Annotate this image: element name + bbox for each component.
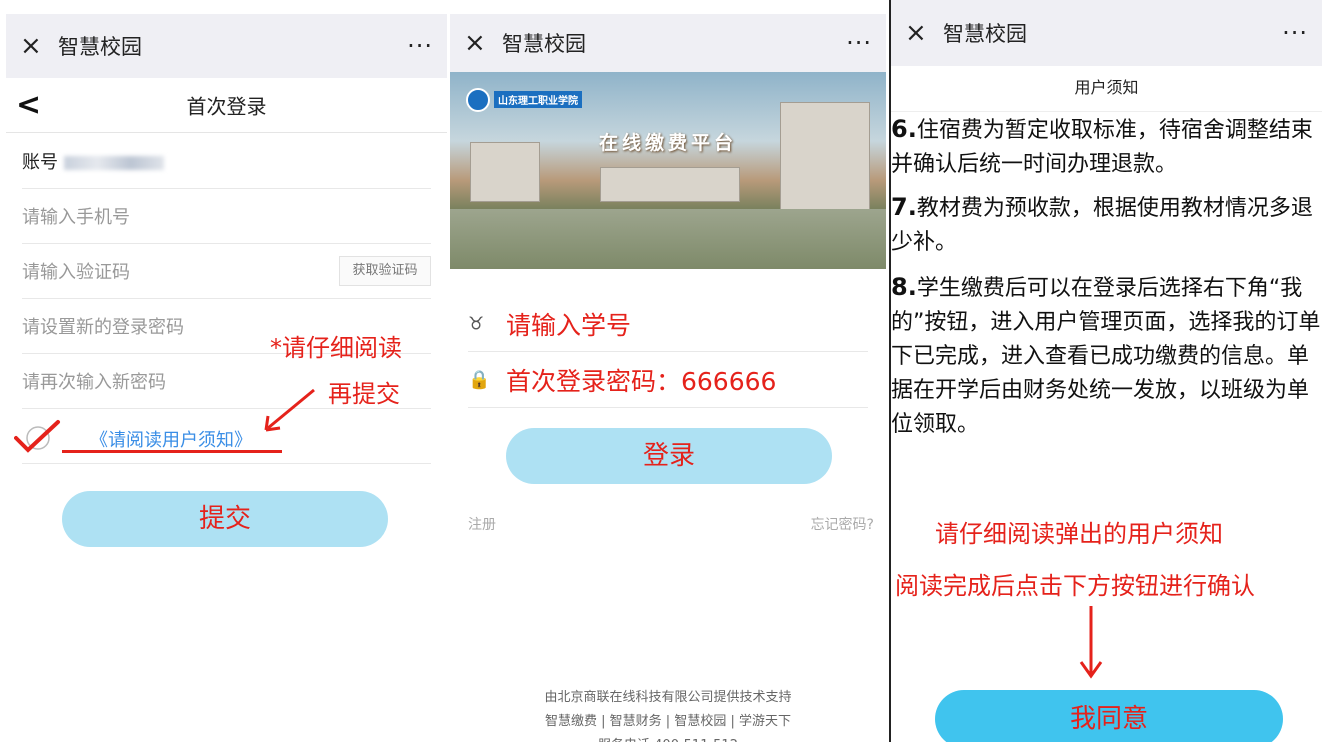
notice-item: 8.学生缴费后可以在登录后选择右下角“我的”按钮，进入用户管理页面，选择我的订单… [891, 273, 1321, 437]
app-title: 智慧校园 [943, 22, 1027, 46]
footer-support: 由北京商联在线科技有限公司提供技术支持 [544, 690, 792, 705]
arrow-down-icon [1079, 606, 1103, 679]
page-header: < 首次登录 [6, 78, 447, 133]
page-title: 用户须知 [891, 66, 1322, 112]
code-input[interactable]: 请输入验证码 获取验证码 [22, 244, 431, 299]
wechat-title-bar: × 智慧校园 ··· [891, 0, 1322, 66]
student-id-hint: 请输入学号 [506, 310, 632, 340]
login-button[interactable]: 登录 [506, 428, 832, 484]
student-id-input[interactable]: ♉ 请输入学号 [468, 296, 868, 352]
user-notice-panel: × 智慧校园 ··· 用户须知 6.住宿费为暂定收取标准，待宿舍调整结束并确认后… [889, 0, 1322, 742]
notice-item: 6.住宿费为暂定收取标准，待宿舍调整结束并确认后统一时间办理退款。 [891, 115, 1313, 177]
close-icon[interactable]: × [905, 18, 927, 48]
first-login-panel: × 智慧校园 ··· < 首次登录 账号 请输入手机号 请输入验证码 获取验证码… [0, 0, 447, 742]
annotation-then-submit: 再提交 [328, 380, 400, 408]
underline-annotation [62, 450, 282, 453]
get-code-button[interactable]: 获取验证码 [339, 256, 431, 286]
more-icon[interactable]: ··· [846, 29, 872, 57]
phone-placeholder: 请输入手机号 [22, 207, 130, 228]
campus-plaza [450, 209, 886, 269]
password-input[interactable]: 🔒 首次登录密码：666666 [468, 352, 868, 408]
app-title: 智慧校园 [58, 35, 142, 59]
new-password-placeholder: 请设置新的登录密码 [22, 317, 184, 338]
app-title: 智慧校园 [502, 32, 586, 56]
forgot-password-link[interactable]: 忘记密码? [811, 514, 874, 534]
more-icon[interactable]: ··· [1282, 19, 1308, 47]
school-emblem-icon [466, 88, 490, 112]
more-icon[interactable]: ··· [407, 32, 433, 60]
register-link[interactable]: 注册 [468, 514, 496, 534]
page-title: 首次登录 [186, 94, 267, 119]
payment-login-panel: × 智慧校园 ··· 山东理工职业学院 在线缴费平台 ♉ 请输入学号 🔒 首次登… [450, 0, 886, 742]
user-icon: ♉ [468, 313, 485, 334]
account-row: 账号 [22, 134, 431, 189]
close-icon[interactable]: × [464, 28, 486, 58]
notice-item: 7.教材费为预收款，根据使用教材情况多退少补。 [891, 193, 1313, 255]
submit-button[interactable]: 提交 [62, 491, 388, 547]
annotation-read-carefully: *请仔细阅读 [270, 334, 402, 362]
annotation-read-notice: 请仔细阅读弹出的用户须知 [935, 520, 1223, 548]
checkbox-icon[interactable] [14, 418, 62, 454]
footer-links: 智慧缴费 | 智慧财务 | 智慧校园 | 学游天下 [545, 714, 791, 729]
agreement: 《请阅读用户须知》 [14, 412, 284, 462]
phone-input[interactable]: 请输入手机号 [22, 189, 431, 244]
banner-title: 在线缴费平台 [598, 132, 737, 154]
account-value-blurred [64, 156, 164, 170]
wechat-title-bar: × 智慧校园 ··· [6, 14, 447, 78]
school-name: 山东理工职业学院 [494, 91, 582, 108]
annotation-confirm-below: 阅读完成后点击下方按钮进行确认 [895, 572, 1255, 600]
lock-icon: 🔒 [468, 369, 491, 390]
footer-phone: 服务电话 400-511-512 [450, 734, 886, 742]
account-label: 账号 [22, 152, 58, 173]
code-placeholder: 请输入验证码 [22, 262, 130, 283]
repeat-password-placeholder: 请再次输入新密码 [22, 372, 166, 393]
annotation-arrow-icon [264, 388, 315, 432]
close-icon[interactable]: × [20, 31, 42, 61]
user-notice-link[interactable]: 《请阅读用户须知》 [90, 426, 252, 452]
campus-banner: 山东理工职业学院 在线缴费平台 [450, 72, 886, 269]
password-hint: 首次登录密码：666666 [506, 366, 777, 396]
agree-button[interactable]: 我同意 [935, 690, 1283, 742]
wechat-title-bar: × 智慧校园 ··· [450, 14, 886, 72]
